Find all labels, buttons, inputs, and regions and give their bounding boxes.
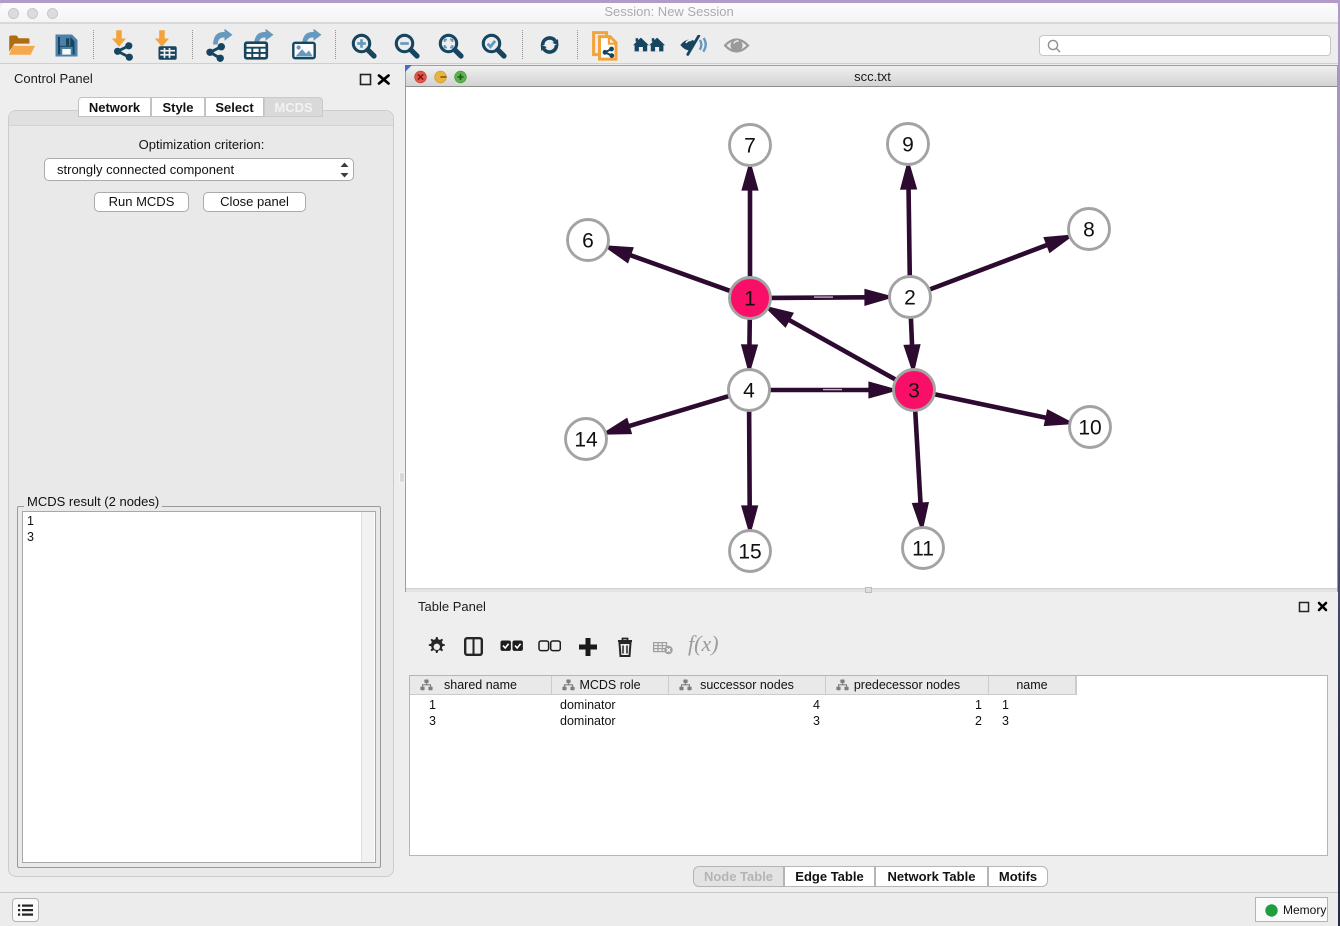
svg-text:9: 9 [902, 134, 914, 157]
svg-text:15: 15 [738, 541, 761, 564]
svg-text:1: 1 [744, 288, 756, 311]
svg-text:2: 2 [904, 287, 916, 310]
svg-text:4: 4 [743, 380, 755, 403]
svg-text:11: 11 [912, 538, 934, 561]
svg-text:3: 3 [908, 380, 920, 403]
svg-text:14: 14 [574, 429, 598, 452]
svg-text:6: 6 [582, 230, 594, 253]
svg-text:7: 7 [744, 135, 756, 158]
svg-text:10: 10 [1078, 417, 1101, 440]
svg-text:8: 8 [1083, 219, 1095, 242]
